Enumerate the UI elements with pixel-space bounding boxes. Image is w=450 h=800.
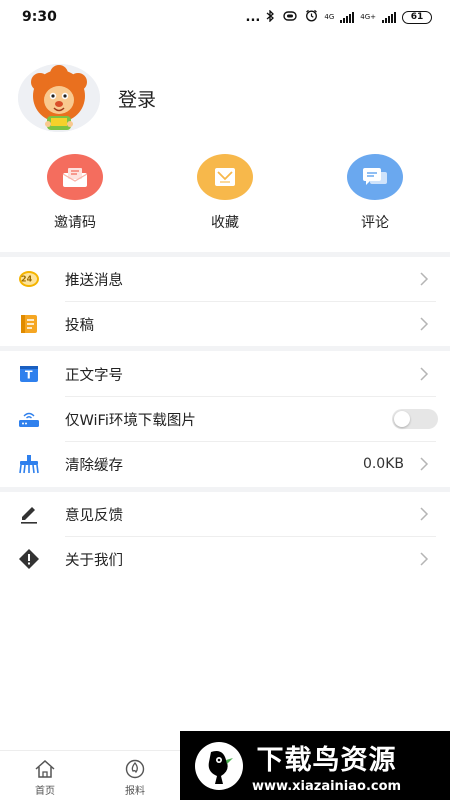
comments-label: 评论 [361,215,389,231]
chevron-right-icon [420,457,429,471]
pencil-icon [18,503,40,525]
toggle-knob [394,411,410,427]
wifi-images-toggle[interactable] [392,409,438,429]
bookmark-tray-icon [197,154,253,200]
watermark-banner: 下载鸟资源 www.xiazainiao.com [180,731,450,800]
chevron-right-icon [420,272,429,286]
section-separator [0,346,450,351]
more-dots-icon: ... [245,9,261,25]
envelope-icon [47,154,103,200]
broom-icon [18,453,40,475]
favorites-button[interactable]: 收藏 [150,154,300,232]
network-4g-label: 4G [324,13,335,21]
cartoon-lion-avatar-icon [18,64,100,132]
bluetooth-icon [266,8,275,25]
menu-item-clear-cache[interactable]: 清除缓存 0.0KB [0,442,450,486]
status-icons: ... 4G 4G+ 61 [245,8,432,25]
menu-item-feedback[interactable]: 意见反馈 [0,492,450,536]
avatar[interactable] [18,64,100,132]
notebook-icon [18,313,40,335]
tab-home-label: 首页 [35,786,55,797]
signal-icon [340,11,355,23]
menu-item-wifi-images: 仅WiFi环境下载图片 [0,397,450,441]
battery-icon: 61 [402,10,432,24]
vibrate-icon [281,10,299,24]
feedback-label: 意见反馈 [65,507,123,524]
submit-label: 投稿 [65,317,94,334]
alarm-icon [305,9,318,25]
comments-button[interactable]: 评论 [300,154,450,232]
comment-bubbles-icon [347,154,403,200]
tab-report[interactable]: 报料 [110,759,160,797]
font-size-label: 正文字号 [65,367,123,384]
invite-code-button[interactable]: 邀请码 [0,154,150,232]
clear-cache-label: 清除缓存 [65,457,123,474]
push-badge-text: 24 [21,274,33,284]
signal-icon-2 [382,11,396,23]
chevron-right-icon [420,317,429,331]
info-diamond-icon [18,548,40,570]
tab-report-label: 报料 [125,786,145,797]
text-size-icon-letter: T [25,368,33,382]
watermark-title: 下载鸟资源 [256,744,397,776]
favorites-label: 收藏 [211,215,239,231]
router-icon [18,408,40,430]
status-time: 9:30 [22,9,57,25]
menu-item-font-size[interactable]: T 正文字号 [0,352,450,396]
status-bar: 9:30 ... 4G 4G+ 61 [0,0,450,34]
home-icon [35,759,55,778]
wifi-images-label: 仅WiFi环境下载图片 [65,412,196,429]
chevron-right-icon [420,367,429,381]
menu-item-submit[interactable]: 投稿 [0,302,450,346]
chevron-right-icon [420,507,429,521]
watermark-url: www.xiazainiao.com [252,778,402,794]
invite-code-label: 邀请码 [54,215,96,231]
tab-home[interactable]: 首页 [20,759,70,797]
profile-header[interactable]: 登录 [18,64,156,132]
login-link[interactable]: 登录 [118,85,156,112]
network-4g-plus-label: 4G+ [360,13,376,21]
menu-item-about[interactable]: 关于我们 [0,537,450,581]
push-messages-label: 推送消息 [65,272,123,289]
chevron-right-icon [420,552,429,566]
about-label: 关于我们 [65,552,123,569]
quick-actions: 邀请码 收藏 评论 [0,154,450,232]
menu-item-push-messages[interactable]: 24 推送消息 [0,257,450,301]
cache-size-value: 0.0KB [362,456,404,472]
bird-logo-icon [190,737,248,795]
flame-icon [125,759,145,779]
